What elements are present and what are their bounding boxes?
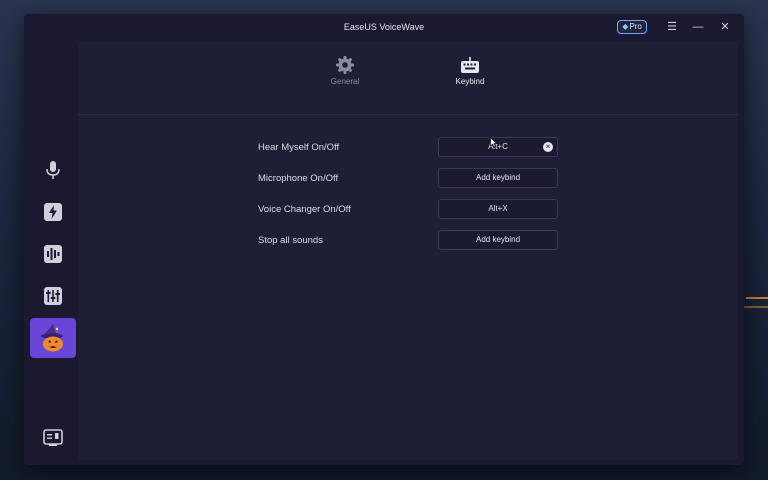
sidebar-item-halloween[interactable] — [30, 318, 76, 358]
sidebar — [24, 42, 78, 465]
book-icon — [43, 429, 63, 446]
diamond-icon: ◆ — [622, 22, 629, 31]
tab-keybind[interactable]: Keybind — [440, 56, 500, 86]
keybind-field-hear-myself[interactable]: Alt+C × — [438, 137, 558, 157]
keybind-field-voice-changer[interactable]: Alt+X — [438, 199, 558, 219]
keybind-label: Voice Changer On/Off — [258, 204, 351, 215]
app-window: EaseUS VoiceWave ◆Pro ☰ — ✕ General Keyb… — [24, 14, 744, 465]
mouse-cursor-icon — [490, 137, 498, 148]
minimize-button[interactable]: — — [691, 20, 705, 34]
title-bar[interactable]: EaseUS VoiceWave ◆Pro ☰ — ✕ — [24, 14, 744, 42]
pro-badge[interactable]: ◆Pro — [617, 20, 647, 34]
keybind-row-voice-changer: Voice Changer On/Off Alt+X — [258, 199, 558, 221]
settings-tabs: General Keybind — [78, 42, 738, 115]
keybind-label: Stop all sounds — [258, 235, 323, 246]
keyboard-icon — [461, 57, 479, 73]
clear-icon[interactable]: × — [543, 142, 553, 152]
keybind-field-microphone[interactable]: Add keybind — [438, 168, 558, 188]
keybind-label: Hear Myself On/Off — [258, 142, 340, 153]
menu-button[interactable]: ☰ — [665, 20, 679, 34]
close-button[interactable]: ✕ — [718, 20, 732, 34]
keybind-row-stop-sounds: Stop all sounds Add keybind — [258, 230, 558, 252]
sidebar-item-soundboard[interactable] — [30, 234, 76, 274]
tab-general-label: General — [330, 77, 360, 86]
sidebar-item-microphone[interactable] — [30, 150, 76, 190]
gear-icon — [336, 56, 354, 74]
sidebar-item-equalizer[interactable] — [30, 276, 76, 316]
pro-label: Pro — [629, 22, 642, 31]
sidebar-item-effects[interactable] — [30, 192, 76, 232]
keybind-label: Microphone On/Off — [258, 173, 339, 184]
tab-general[interactable]: General — [315, 56, 375, 86]
microphone-icon — [46, 161, 60, 179]
keybind-row-hear-myself: Hear Myself On/Off Alt+C × — [258, 137, 558, 159]
witch-pumpkin-icon — [41, 324, 63, 352]
keybind-field-stop-sounds[interactable]: Add keybind — [438, 230, 558, 250]
settings-panel: General Keybind Hear Myself On/Off Alt+C… — [78, 42, 738, 460]
soundboard-icon — [44, 245, 62, 263]
keybind-row-microphone: Microphone On/Off Add keybind — [258, 168, 558, 190]
equalizer-icon — [44, 287, 62, 305]
sidebar-item-guide[interactable] — [30, 418, 76, 458]
lightning-icon — [44, 203, 62, 221]
tab-keybind-label: Keybind — [455, 77, 485, 86]
